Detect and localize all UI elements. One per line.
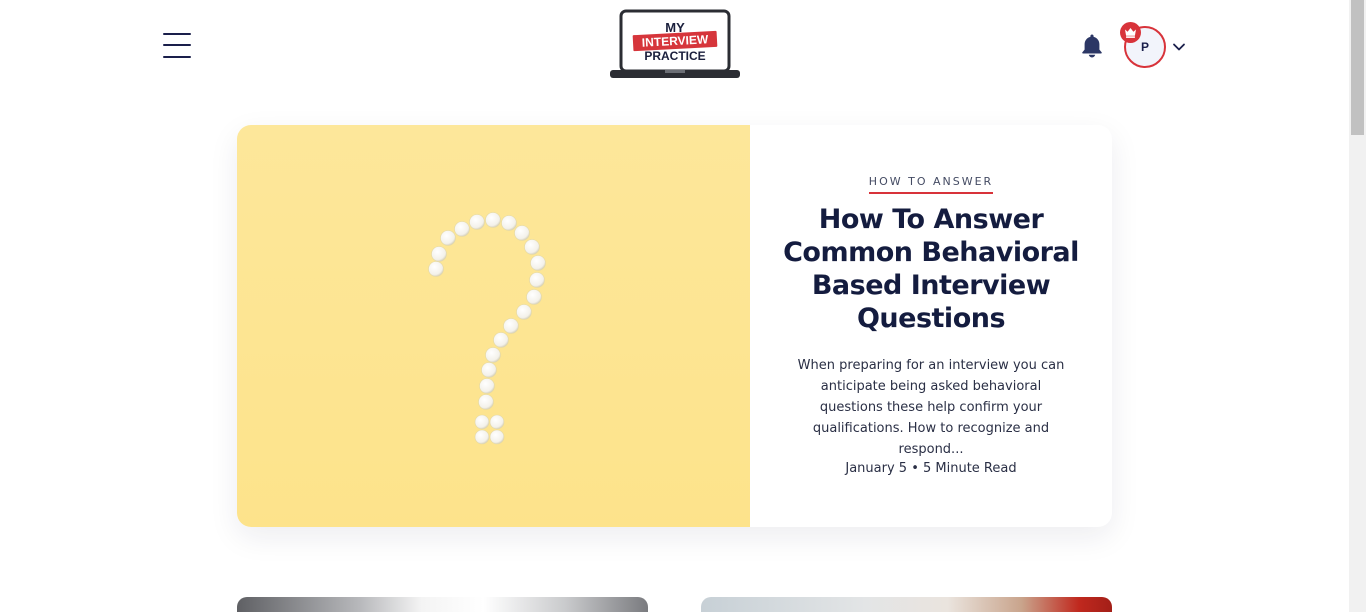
crown-icon — [1120, 22, 1141, 43]
bell-icon[interactable] — [1080, 33, 1104, 59]
featured-post-image[interactable] — [237, 125, 750, 527]
featured-post-card[interactable]: HOW TO ANSWER How To Answer Common Behav… — [237, 125, 1112, 527]
scrollbar-thumb[interactable] — [1351, 0, 1364, 135]
featured-post-content: HOW TO ANSWER How To Answer Common Behav… — [750, 125, 1112, 527]
logo-line-practice: PRACTICE — [644, 49, 706, 63]
post-card-thumbnail[interactable] — [237, 597, 648, 612]
category-label[interactable]: HOW TO ANSWER — [868, 175, 994, 194]
post-excerpt: When preparing for an interview you can … — [797, 358, 1065, 457]
post-card-thumbnail[interactable] — [701, 597, 1112, 612]
chevron-down-icon[interactable] — [1172, 39, 1186, 53]
page: MY INTERVIEW PRACTICE P HOW TO ANSWER Ho… — [0, 0, 1366, 612]
category-tag[interactable]: HOW TO ANSWER — [750, 170, 1112, 194]
question-mark-pills-image — [428, 212, 546, 445]
site-logo[interactable]: MY INTERVIEW PRACTICE — [609, 9, 741, 81]
post-title[interactable]: How To Answer Common Behavioral Based In… — [780, 203, 1082, 335]
hamburger-menu-icon[interactable] — [163, 32, 191, 58]
post-meta: January 5 • 5 Minute Read — [845, 461, 1017, 476]
